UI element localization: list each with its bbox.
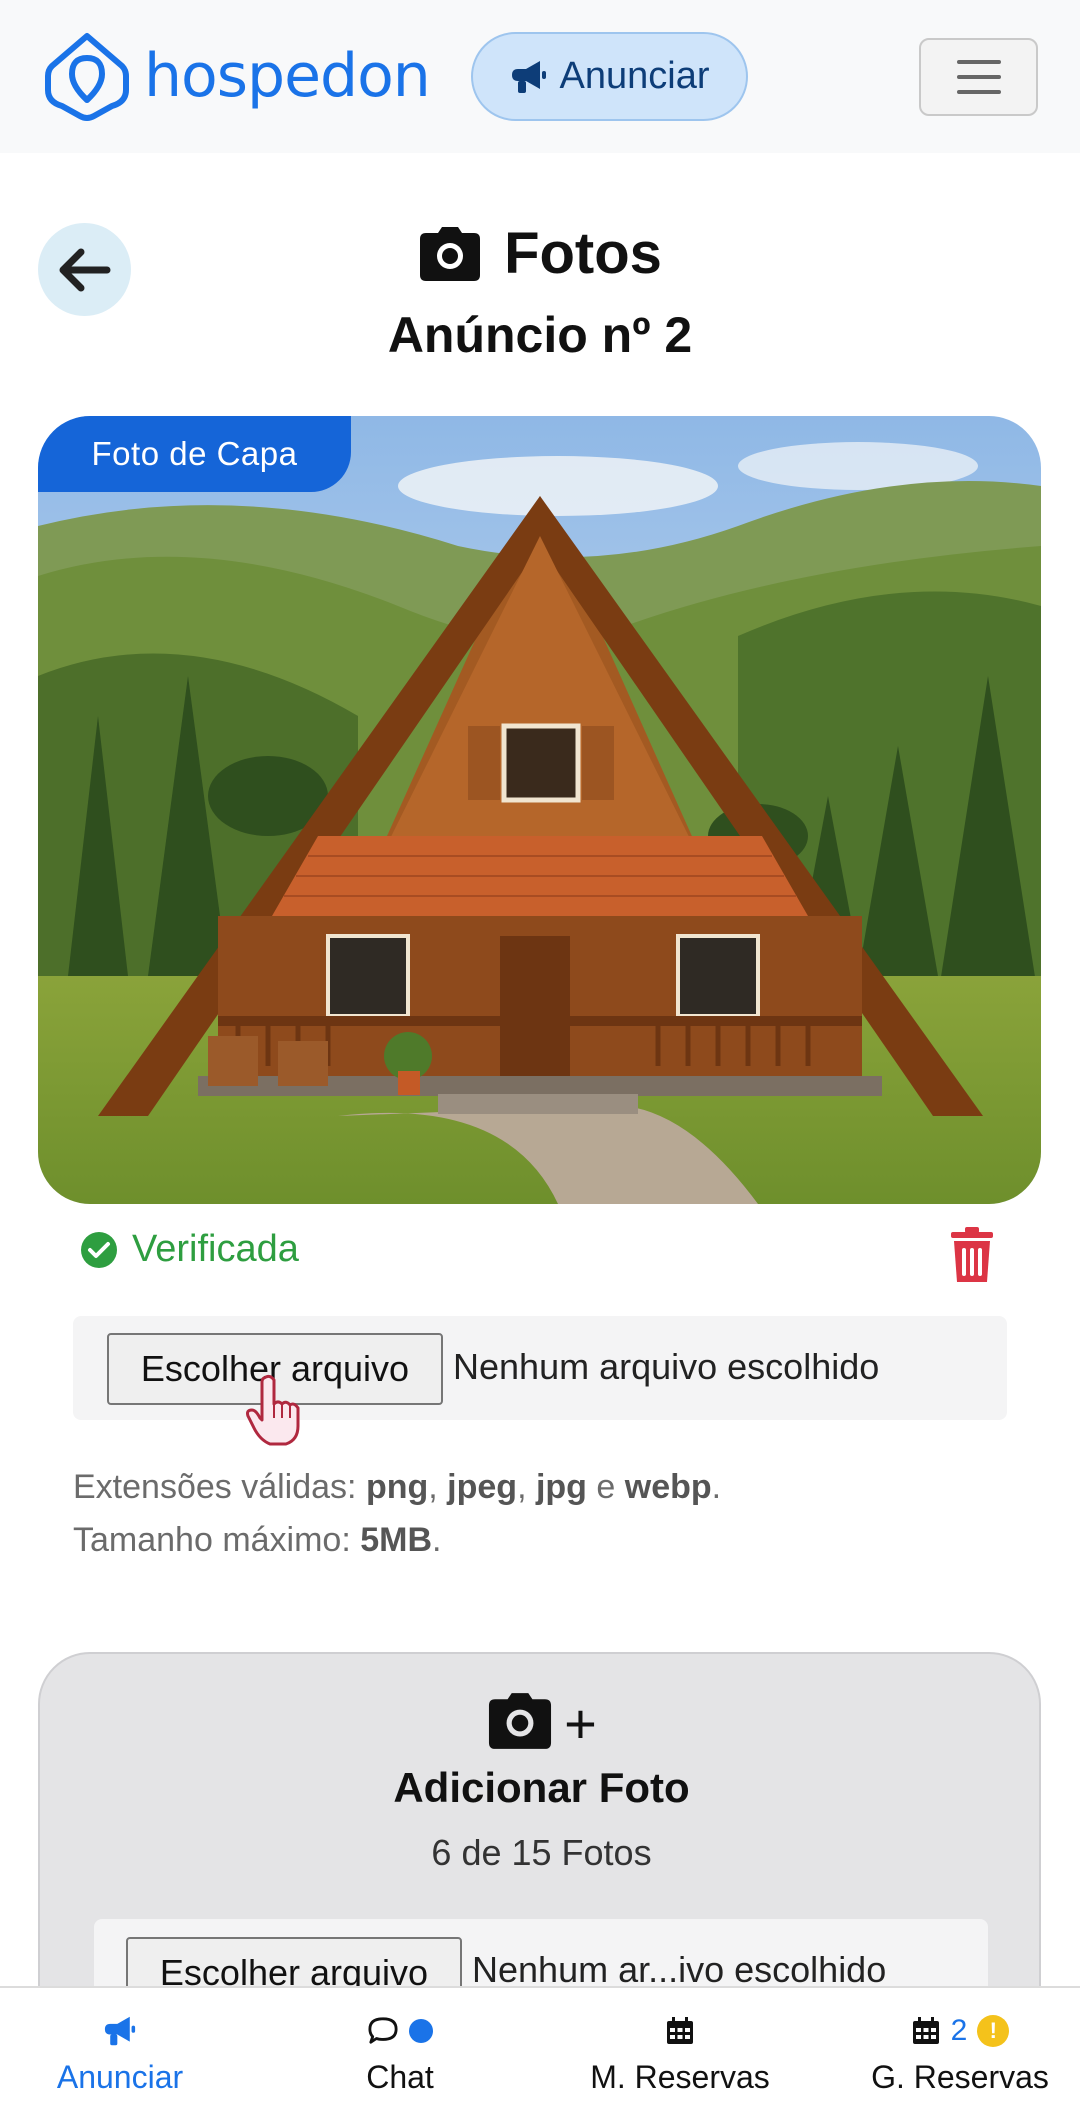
reservation-count-badge: 2 xyxy=(950,2013,968,2047)
nav-item-anunciar[interactable]: Anunciar xyxy=(20,1988,220,2114)
cover-photo[interactable]: Foto de Capa xyxy=(38,416,1041,1204)
page-title: Fotos xyxy=(504,221,662,286)
camera-icon xyxy=(420,226,481,281)
camera-icon xyxy=(489,1693,552,1749)
hamburger-icon xyxy=(956,60,1001,64)
brand-name: hospedon xyxy=(144,41,431,111)
calendar-icon xyxy=(667,2016,693,2044)
nav-label: Anunciar xyxy=(56,2058,184,2095)
verification-status-label: Verificada xyxy=(132,1228,299,1270)
add-photo-title: Adicionar Foto xyxy=(393,1764,690,1811)
max-size-hint: Tamanho máximo: 5MB. xyxy=(73,1521,442,1559)
trash-icon[interactable] xyxy=(947,1226,997,1284)
photo-count: 6 de 15 Fotos xyxy=(431,1832,652,1873)
announce-button-label: Anunciar xyxy=(559,55,710,97)
nav-item-chat[interactable]: Chat xyxy=(300,1988,500,2114)
page-subtitle: Anúncio nº 2 xyxy=(387,307,693,363)
unread-indicator-dot xyxy=(409,2018,433,2043)
file-status-text: Nenhum ar...ivo escolhido xyxy=(472,1949,887,1990)
plus-icon: + xyxy=(564,1692,597,1755)
alert-icon: ! xyxy=(977,2014,1010,2047)
nav-label: G. Reservas xyxy=(871,2058,1049,2095)
verification-status: Verificada xyxy=(80,1228,299,1271)
nav-item-g-reservas[interactable]: 2 ! G. Reservas xyxy=(850,1988,1070,2114)
bottom-navigation: Anunciar Chat M. Reservas 2 ! G. Reserva… xyxy=(0,1986,1080,2114)
file-status-text: Nenhum arquivo escolhido xyxy=(453,1346,880,1387)
cover-photo-image xyxy=(38,416,1041,1204)
brand-logo[interactable]: hospedon xyxy=(42,30,431,122)
menu-toggle-button[interactable] xyxy=(919,38,1038,116)
megaphone-icon xyxy=(511,60,546,93)
announce-button[interactable]: Anunciar xyxy=(471,32,748,121)
cover-photo-badge: Foto de Capa xyxy=(38,416,351,492)
cover-file-input: Escolher arquivo Nenhum arquivo escolhid… xyxy=(73,1316,1007,1420)
check-circle-icon xyxy=(81,1231,117,1268)
top-navbar: hospedon Anunciar xyxy=(0,0,1080,153)
nav-label: M. Reservas xyxy=(590,2058,770,2095)
pointer-hand-icon xyxy=(246,1374,300,1446)
nav-label: Chat xyxy=(366,2058,434,2095)
extensions-hint: Extensões válidas: png, jpeg, jpg e webp… xyxy=(73,1468,722,1506)
calendar-icon xyxy=(912,2016,939,2044)
page-header: Fotos xyxy=(0,220,1080,287)
house-pin-icon xyxy=(45,33,129,121)
chat-bubble-icon xyxy=(368,2016,398,2044)
nav-item-m-reservas[interactable]: M. Reservas xyxy=(570,1988,790,2114)
megaphone-icon xyxy=(104,2016,136,2045)
